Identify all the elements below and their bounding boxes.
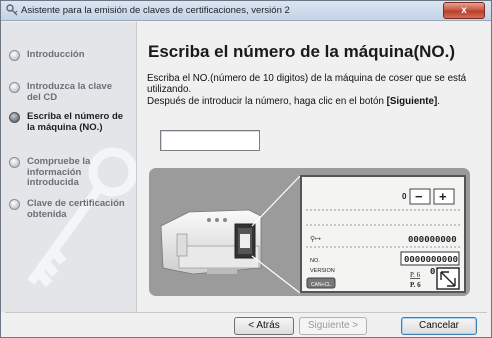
lcd-screen: 0 − + ⚲↦ 000000000 NO. 0000000000 VERSIO… [300,175,466,293]
cancel-button[interactable]: Cancelar [401,317,477,335]
lcd-row1-value: 000000000 [408,235,457,245]
step-label: Introducción [27,49,85,60]
step-status-icon [9,82,20,93]
lcd-no-value: 0000000000 [404,255,458,265]
step-label: Clave de certificación obtenida [27,198,125,220]
step-clave-obtenida: Clave de certificación obtenida [9,198,133,220]
step-label: Compruebe la información introducida [27,156,91,188]
lcd-page-bottom: P. 6 [410,281,421,289]
key-app-icon [6,4,18,16]
machine-number-input[interactable] [160,130,260,151]
title-bar: Asistente para la emisión de claves de c… [1,1,491,21]
step-numero-maquina: Escriba el número de la máquina (NO.) [9,111,133,133]
instruction-line-2: Después de introducir la número, haga cl… [147,95,440,107]
machine-number-illustration: 0 − + ⚲↦ 000000000 NO. 0000000000 VERSIO… [149,168,470,296]
step-label: Introduzca la clave del CD [27,81,113,103]
step-introduccion: Introducción [9,49,133,61]
wizard-window: Asistente para la emisión de claves de c… [0,0,492,338]
lcd-needle-icon: ⚲↦ [310,235,321,243]
page-title: Escriba el número de la máquina(NO.) [148,42,456,61]
instructions: Escriba el NO.(número de 10 digitos) de … [147,73,489,107]
lcd-minus-icon: − [415,189,423,204]
instruction-line-1: Escriba el NO.(número de 10 digitos) de … [147,73,467,96]
lcd-no-label: NO. [310,258,320,264]
step-status-icon [9,50,20,61]
step-label: Escriba el número de la máquina (NO.) [27,111,124,133]
back-button[interactable]: < Atrás [234,317,294,335]
step-current-icon [9,112,20,123]
step-clave-cd: Introduzca la clave del CD [9,81,133,103]
lcd-screen-graphic: 0 − + ⚲↦ 000000000 NO. 0000000000 VERSIO… [302,177,464,291]
step-status-icon [9,199,20,210]
lcd-page-top: P. 6 [410,271,421,279]
lcd-small-button: CAN+CL [311,282,331,288]
next-button-reference: [Siguiente] [386,95,438,107]
step-status-icon [9,157,20,168]
next-button[interactable]: Siguiente > [299,317,367,335]
main-panel: Escriba el número de la máquina(NO.) Esc… [138,22,491,312]
window-title: Asistente para la emisión de claves de c… [21,5,290,16]
steps-sidebar: Introducción Introduzca la clave del CD … [1,22,137,312]
footer-divider [5,312,487,313]
close-button[interactable]: x [443,2,485,19]
lcd-counter: 0 [402,192,407,201]
lcd-version-label: VERSION [310,268,335,274]
step-comprobar: Compruebe la información introducida [9,156,133,189]
lcd-plus-icon: + [439,189,447,204]
